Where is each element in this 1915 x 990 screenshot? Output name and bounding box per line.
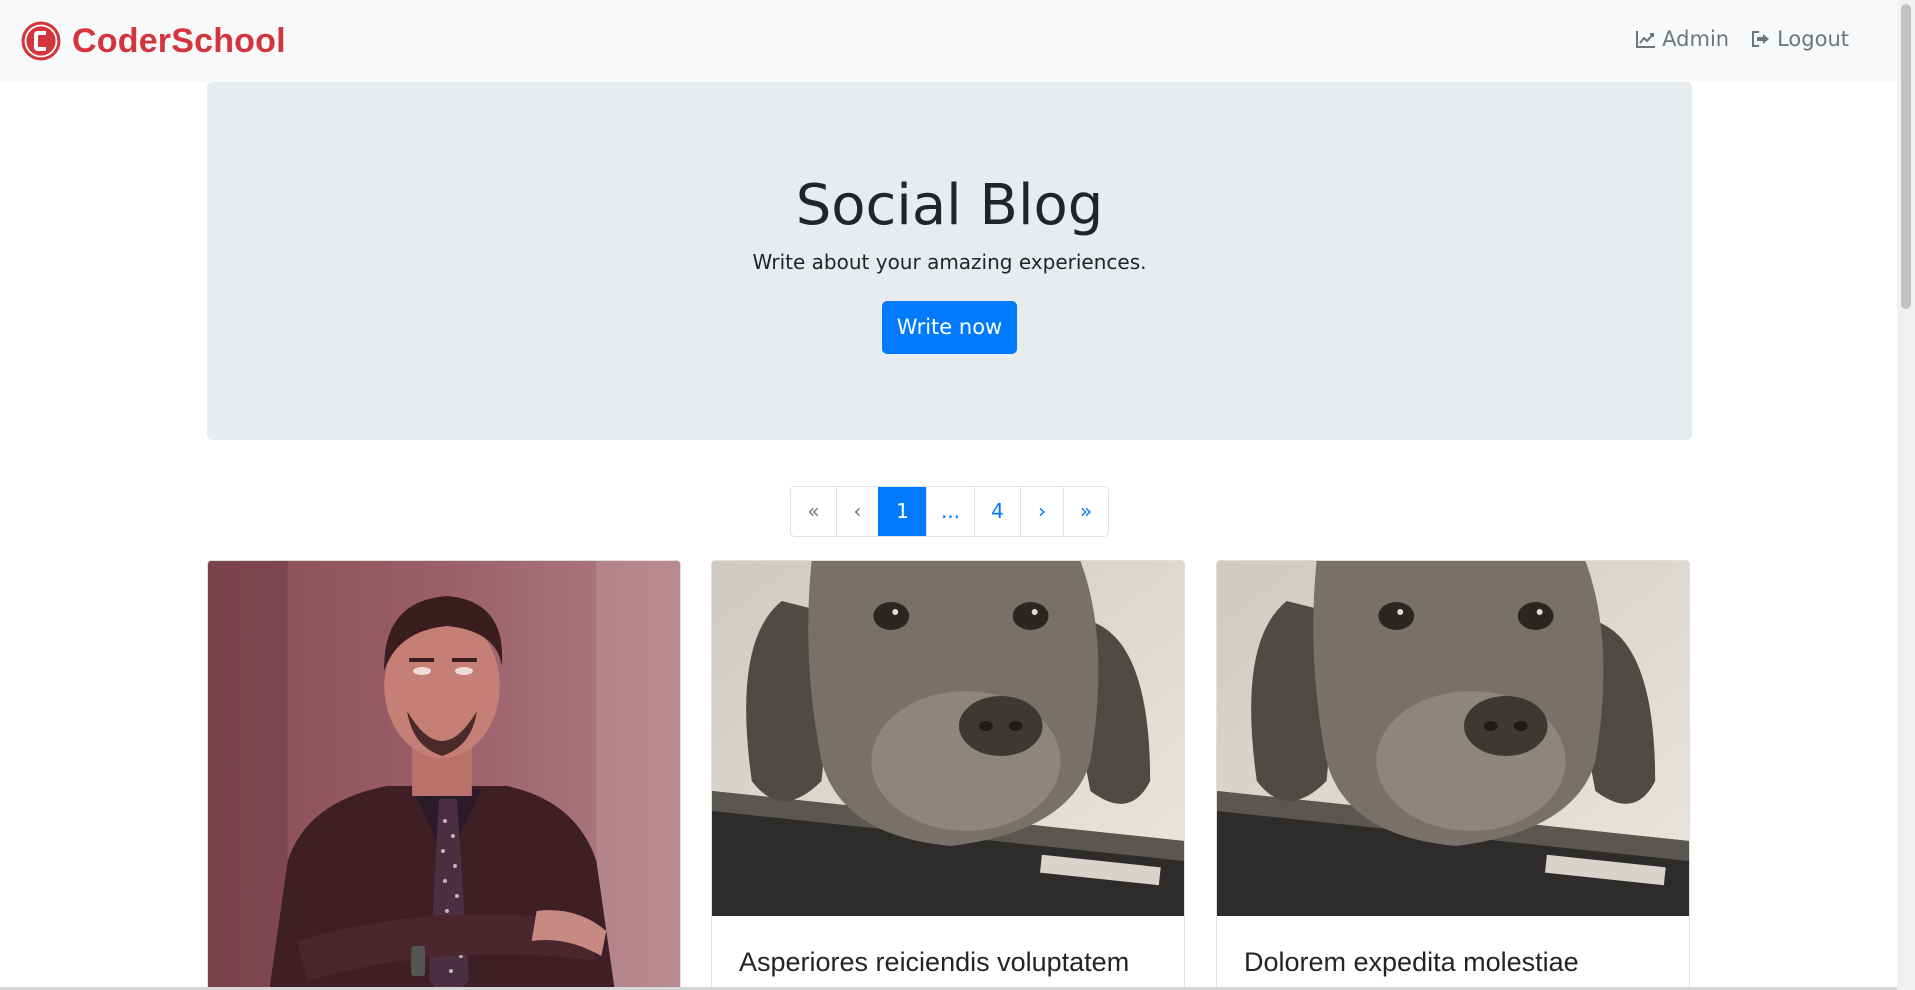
page-next-button[interactable]: ›: [1020, 487, 1063, 536]
chart-line-icon: [1636, 31, 1656, 48]
man-crossed-arms-photo: [208, 561, 680, 990]
admin-label: Admin: [1662, 27, 1730, 51]
page-subtitle: Write about your amazing experiences.: [752, 250, 1147, 274]
blog-card[interactable]: Asperiores reiciendis voluptatem: [711, 560, 1185, 990]
hero-jumbotron: Social Blog Write about your amazing exp…: [207, 82, 1692, 440]
sign-out-icon: [1752, 31, 1770, 47]
dog-on-box-photo: [712, 561, 1184, 916]
page-prev-button[interactable]: ‹: [836, 487, 878, 536]
page-last-button[interactable]: »: [1063, 487, 1108, 536]
card-title[interactable]: Asperiores reiciendis voluptatem: [739, 945, 1159, 979]
page-title: Social Blog: [795, 173, 1104, 238]
brand-name: CoderSchool: [72, 21, 286, 60]
blog-card[interactable]: [207, 560, 681, 990]
logout-label: Logout: [1777, 27, 1849, 51]
pagination: « ‹ 1 ... 4 › »: [790, 486, 1109, 537]
scrollbar-thumb[interactable]: [1901, 4, 1911, 309]
nav-right: Admin Logout: [1614, 27, 1849, 51]
page-ellipsis[interactable]: ...: [926, 487, 974, 536]
page-4-button[interactable]: 4: [974, 487, 1020, 536]
blog-card[interactable]: Dolorem expedita molestiae: [1216, 560, 1690, 990]
coderschool-logo-icon: [21, 21, 61, 61]
page-1-button[interactable]: 1: [878, 487, 926, 536]
logout-link[interactable]: Logout: [1751, 27, 1849, 51]
page-first-button[interactable]: «: [791, 487, 836, 536]
dog-on-box-photo: [1217, 561, 1689, 916]
navbar: CoderSchool Admin Logout: [0, 0, 1897, 82]
write-now-button[interactable]: Write now: [882, 301, 1017, 354]
page-scrollbar[interactable]: [1897, 0, 1915, 990]
admin-link[interactable]: Admin: [1636, 27, 1729, 51]
card-title[interactable]: Dolorem expedita molestiae: [1244, 945, 1664, 979]
brand-link[interactable]: CoderSchool: [20, 20, 286, 62]
